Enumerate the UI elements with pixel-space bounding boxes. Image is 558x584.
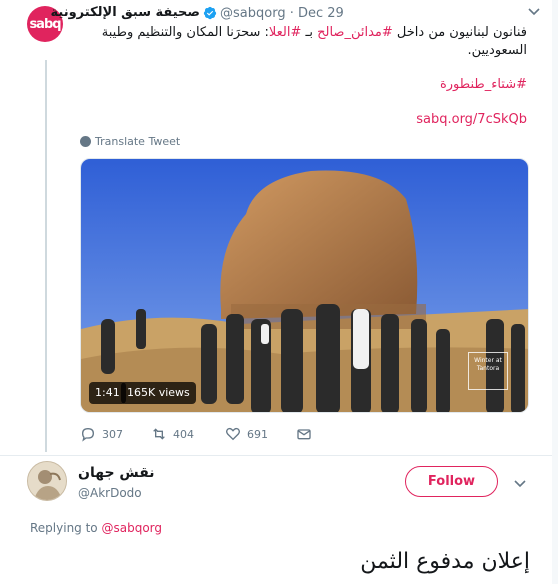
reply-author-name[interactable]: نقش جهان	[78, 465, 155, 481]
verified-badge-icon	[203, 6, 217, 20]
envelope-icon	[297, 429, 311, 440]
tweet-date[interactable]: Dec 29	[298, 6, 344, 21]
hashtag-link[interactable]: #مدائن_صالح	[317, 25, 393, 40]
tweet-text: فنانون لبنانيون من داخل #مدائن_صالح بـ #…	[80, 24, 527, 60]
replying-to-label: Replying to	[30, 521, 98, 535]
retweet-count: 404	[173, 427, 194, 441]
reply-text: إعلان مدفوع الثمن	[360, 549, 530, 574]
tweet-url-link[interactable]: sabq.org/7cSkQb	[80, 112, 527, 127]
author-handle-and-date[interactable]: @sabqorg · Dec 29	[220, 6, 344, 21]
translate-label: Translate Tweet	[95, 135, 181, 148]
like-button[interactable]: 691	[225, 426, 268, 442]
video-thumbnail	[81, 159, 528, 412]
reply-count: 307	[102, 427, 123, 441]
chevron-down-icon[interactable]	[528, 7, 540, 17]
tweet-text-part: فنانون لبنانيون من داخل	[392, 25, 527, 40]
tweet-text-part: بـ	[301, 25, 318, 40]
reply-icon	[81, 427, 95, 442]
reply-author-handle[interactable]: @AkrDodo	[78, 486, 142, 500]
chevron-down-icon[interactable]	[514, 479, 526, 489]
reply-button[interactable]: 307	[80, 426, 123, 442]
author-handle: @sabqorg	[220, 6, 286, 21]
replying-to: Replying to @sabqorg	[30, 521, 162, 535]
scrollbar[interactable]	[552, 0, 558, 584]
video-player[interactable]: 1:41 165K views Winter at Tantora	[80, 158, 529, 413]
video-views: 165K views	[121, 382, 196, 404]
video-watermark: Winter at Tantora	[468, 352, 508, 390]
hashtag-link[interactable]: #شتاء_طنطورة	[80, 77, 527, 92]
tweet-header: صحيفة سبق الإلكترونية @sabqorg · Dec 29	[51, 5, 520, 23]
translate-tweet-button[interactable]: Translate Tweet	[80, 135, 180, 148]
direct-message-button[interactable]	[296, 426, 312, 442]
avatar-image	[28, 462, 66, 500]
reply-avatar[interactable]	[27, 461, 67, 501]
divider	[0, 455, 558, 456]
hashtag-link[interactable]: #العلا	[269, 25, 302, 40]
retweet-button[interactable]: 404	[151, 426, 194, 442]
replying-to-handle[interactable]: @sabqorg	[101, 521, 162, 535]
like-count: 691	[247, 427, 268, 441]
heart-icon	[226, 427, 240, 441]
follow-button[interactable]: Follow	[405, 466, 498, 497]
thread-connector-line	[45, 60, 47, 452]
retweet-icon	[153, 428, 165, 440]
separator: ·	[289, 6, 294, 21]
author-name[interactable]: صحيفة سبق الإلكترونية	[51, 5, 200, 20]
tweet-actions: 307 404 691	[80, 426, 340, 446]
globe-icon	[80, 136, 91, 147]
